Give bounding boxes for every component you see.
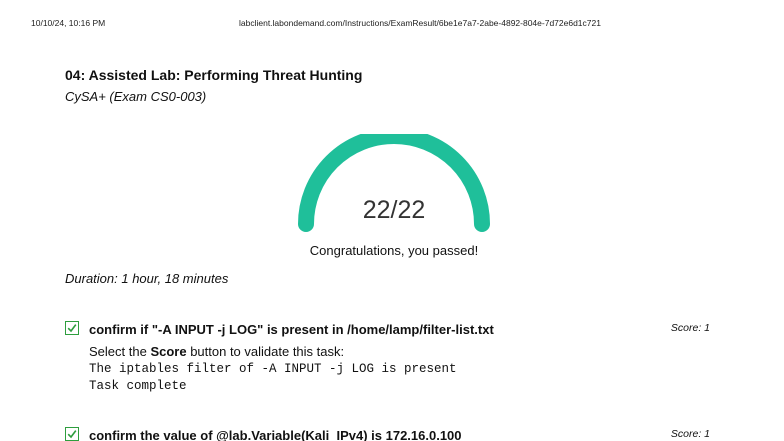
task-instruction: Select the Score button to validate this… [89,344,344,359]
duration-text: Duration: 1 hour, 18 minutes [65,271,229,286]
task-score: Score: 1 [670,428,710,440]
print-header: 10/10/24, 10:16 PM labclient.labondemand… [31,18,764,32]
task-instruction-suffix: button to validate this task: [186,344,345,359]
task-output: The iptables filter of -A INPUT -j LOG i… [89,361,457,395]
score-button-reference: Score [150,344,187,359]
print-url: labclient.labondemand.com/Instructions/E… [239,18,601,28]
lab-subtitle: CySA+ (Exam CS0-003) [65,89,207,104]
task-score: Score: 1 [670,322,710,334]
print-datetime: 10/10/24, 10:16 PM [31,18,106,28]
score-value: 22/22 [362,196,426,224]
task-output-line: Task complete [89,379,187,393]
pass-message: Congratulations, you passed! [309,243,479,258]
task-instruction-prefix: Select the [89,344,151,359]
task-output-line: The iptables filter of -A INPUT -j LOG i… [89,362,457,376]
lab-title: 04: Assisted Lab: Performing Threat Hunt… [65,67,363,83]
checkbox-checked-icon [65,321,79,335]
task-title: confirm if "-A INPUT -j LOG" is present … [89,322,494,337]
task-title: confirm the value of @lab.Variable(Kali_… [89,428,462,441]
checkbox-checked-icon [65,427,79,441]
